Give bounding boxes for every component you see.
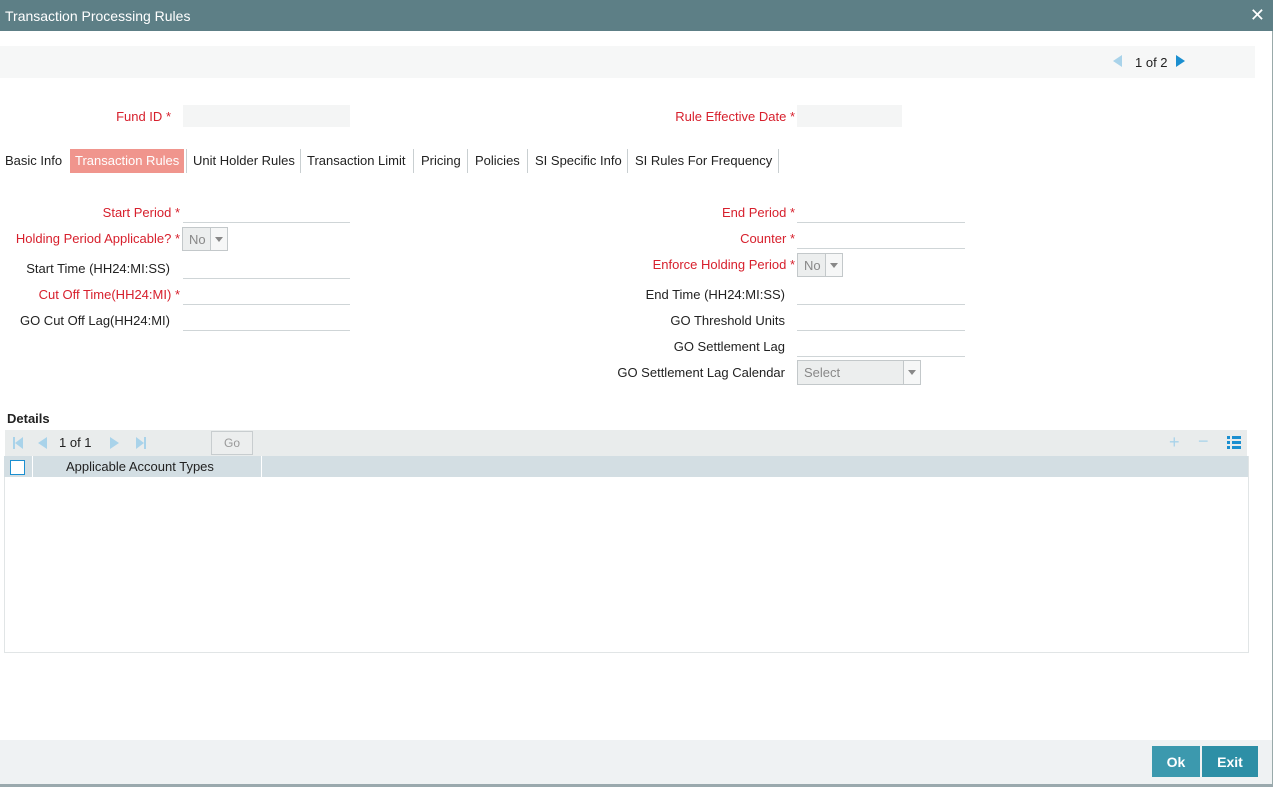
footer-bar: Ok Exit [0,740,1273,784]
start-time-label: Start Time (HH24:MI:SS) [26,261,170,276]
tab-divider [778,149,779,173]
chevron-down-icon [825,254,842,276]
go-settlement-lag-calendar-value: Select [804,365,841,380]
chevron-down-icon [903,361,920,384]
add-row-icon[interactable]: + [1169,432,1180,453]
enforce-holding-period-select[interactable]: No [797,253,843,277]
column-divider [261,456,262,477]
rule-effective-date-label: Rule Effective Date * [675,109,795,124]
record-pager: 1 of 2 [0,46,1255,78]
cut-off-time-input[interactable] [183,283,350,305]
go-cut-off-lag-input[interactable] [183,309,350,331]
go-settlement-lag-input[interactable] [797,335,965,357]
exit-button[interactable]: Exit [1202,746,1258,777]
go-button[interactable]: Go [211,431,253,455]
counter-label: Counter * [740,231,795,246]
details-grid [4,456,1249,653]
next-record-icon[interactable] [1176,55,1185,67]
page-number-input[interactable] [157,432,207,454]
counter-input[interactable] [797,227,965,249]
enforce-holding-period-label: Enforce Holding Period * [652,257,795,272]
window-titlebar: Transaction Processing Rules ✕ [0,0,1273,31]
tab-divider [413,149,414,173]
fund-id-input[interactable] [183,105,350,127]
tab-divider [467,149,468,173]
select-all-checkbox[interactable] [10,460,25,475]
end-period-label: End Period * [721,205,795,220]
delete-row-icon[interactable]: − [1198,431,1209,452]
end-time-label: End Time (HH24:MI:SS) [645,287,785,302]
go-threshold-units-input[interactable] [797,309,965,331]
start-period-input[interactable] [183,201,350,223]
details-toolbar: 1 of 1 Go + − [5,430,1247,456]
details-page-count: 1 of 1 [59,435,92,450]
tab-basic-info[interactable]: Basic Info [0,149,67,173]
fund-id-label: Fund ID * [116,109,171,124]
start-time-input[interactable] [183,257,350,279]
details-grid-header: Applicable Account Types [4,456,1248,477]
previous-record-icon[interactable] [1113,55,1122,67]
list-view-icon[interactable] [1227,436,1241,449]
go-settlement-lag-label: GO Settlement Lag [673,339,785,354]
end-period-input[interactable] [797,201,965,223]
tab-divider [527,149,528,173]
tab-pricing[interactable]: Pricing [416,149,466,173]
last-page-icon[interactable] [136,437,148,449]
previous-page-icon[interactable] [38,437,47,449]
tab-policies[interactable]: Policies [470,149,525,173]
go-settlement-lag-calendar-select[interactable]: Select [797,360,921,385]
column-applicable-account-types[interactable]: Applicable Account Types [66,459,214,474]
holding-period-applicable-label: Holding Period Applicable? * [15,231,180,246]
go-cut-off-lag-label: GO Cut Off Lag(HH24:MI) [19,313,170,328]
window-title: Transaction Processing Rules [5,8,191,24]
tab-divider [300,149,301,173]
rule-effective-date-input[interactable] [797,105,902,127]
tab-transaction-rules[interactable]: Transaction Rules [70,149,185,173]
tab-divider [186,149,187,173]
first-page-icon[interactable] [13,437,25,449]
details-title: Details [7,411,50,426]
go-settlement-lag-calendar-label: GO Settlement Lag Calendar [617,365,785,380]
record-count: 1 of 2 [1135,55,1168,70]
holding-period-applicable-value: No [189,232,206,247]
cut-off-time-label: Cut Off Time(HH24:MI) * [38,287,180,302]
chevron-down-icon [210,228,227,250]
next-page-icon[interactable] [110,437,119,449]
tab-transaction-limit[interactable]: Transaction Limit [302,149,411,173]
ok-button[interactable]: Ok [1152,746,1200,777]
tab-si-specific-info[interactable]: SI Specific Info [530,149,627,173]
go-threshold-units-label: GO Threshold Units [670,313,785,328]
close-icon[interactable]: ✕ [1250,5,1265,25]
tab-divider [627,149,628,173]
start-period-label: Start Period * [102,205,180,220]
holding-period-applicable-select[interactable]: No [182,227,228,251]
column-divider [32,456,33,477]
enforce-holding-period-value: No [804,258,821,273]
tab-unit-holder-rules[interactable]: Unit Holder Rules [188,149,300,173]
end-time-input[interactable] [797,283,965,305]
tab-si-rules-for-frequency[interactable]: SI Rules For Frequency [630,149,777,173]
